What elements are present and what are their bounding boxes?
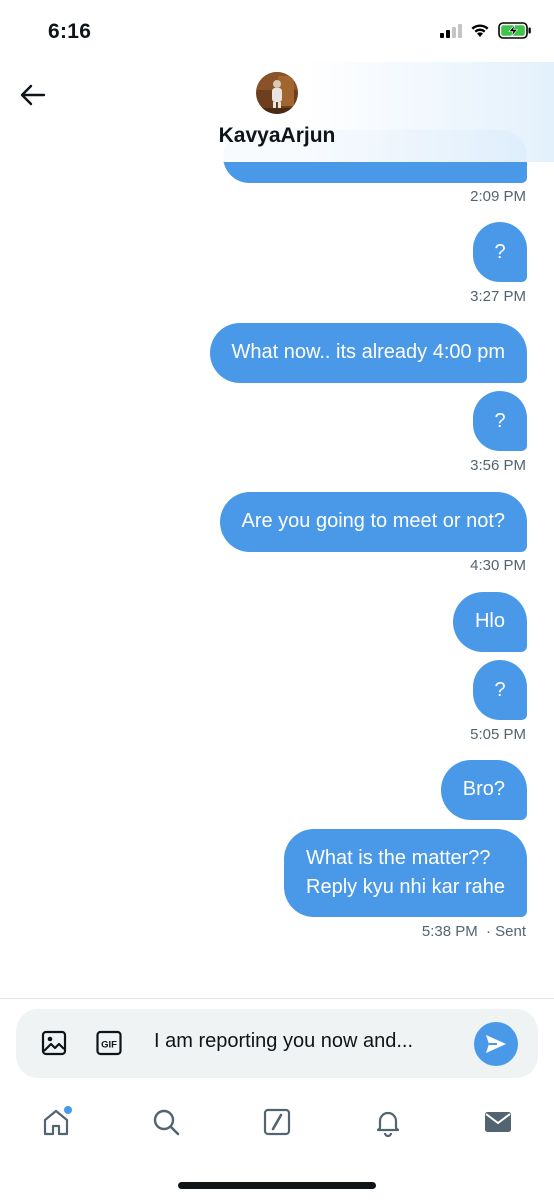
avatar-image [256,72,298,114]
notification-dot [64,1106,72,1114]
gif-icon: GIF [96,1030,122,1056]
message-text: Hlo [474,610,505,632]
message-text-line: What is the matter?? [306,847,491,869]
envelope-icon [485,1112,511,1132]
message-text: Are you going to meet or not? [241,510,506,532]
add-image-button[interactable] [40,1029,68,1057]
tab-search[interactable] [148,1104,184,1140]
add-gif-button[interactable]: GIF [95,1029,123,1057]
message-timestamp: 4:30 PM [470,557,526,574]
message-bubble[interactable]: ? [473,660,527,720]
message-bubble[interactable]: ? [473,391,527,451]
message-bubble[interactable]: What now.. its already 4:00 pm [209,323,527,383]
message-sent-status: · Sent [485,923,526,940]
message-text: Bro? [462,778,505,800]
message-timestamp: 3:27 PM [470,288,526,305]
bottom-tab-bar [0,1096,554,1152]
divider [0,998,554,999]
battery-charging-icon [498,22,531,39]
message-bubble[interactable]: What is the matter?? Reply kyu nhi kar r… [284,829,527,917]
message-timestamp: 2:09 PM [470,188,526,205]
tab-messages[interactable] [480,1104,516,1140]
message-text: ? [494,678,506,701]
message-timestamp: 5:05 PM [470,726,526,743]
tab-notifications[interactable] [370,1104,406,1140]
message-timestamp: 5:38 PM · Sent [422,923,526,940]
message-bubble[interactable]: ? [473,222,527,282]
message-text-line: Reply kyu nhi kar rahe [306,876,505,898]
wifi-icon [471,24,489,37]
message-text: ? [494,409,506,432]
slash-square-icon [263,1108,291,1136]
search-icon [153,1109,180,1136]
tab-grok[interactable] [259,1104,295,1140]
message-input[interactable]: I am reporting you now and... [154,1030,413,1053]
message-bubble[interactable]: Hlo [452,592,527,652]
status-time: 6:16 [48,20,92,43]
conversation-header: KavyaArjun [0,62,554,162]
message-text: ? [494,240,506,263]
back-button[interactable] [18,80,48,110]
status-bar: 6:16 [0,0,554,62]
message-timestamp: 3:56 PM [470,457,526,474]
arrow-left-icon [20,84,46,106]
image-icon [41,1030,67,1056]
home-indicator [178,1182,376,1189]
contact-name[interactable]: KavyaArjun [0,124,554,148]
bell-icon [376,1111,400,1137]
gif-label: GIF [101,1040,117,1051]
send-icon [486,1035,506,1053]
message-bubble[interactable]: Are you going to meet or not? [219,492,527,552]
message-time: 5:38 PM [421,923,478,940]
message-composer: GIF I am reporting you now and... [16,1009,538,1078]
send-button[interactable] [474,1022,518,1066]
message-bubble[interactable]: Bro? [440,760,527,820]
cellular-signal-icon [440,23,462,38]
status-icons [440,22,532,39]
message-text: What now.. its already 4:00 pm [231,341,505,363]
avatar[interactable] [256,72,298,114]
tab-home[interactable] [38,1104,74,1140]
